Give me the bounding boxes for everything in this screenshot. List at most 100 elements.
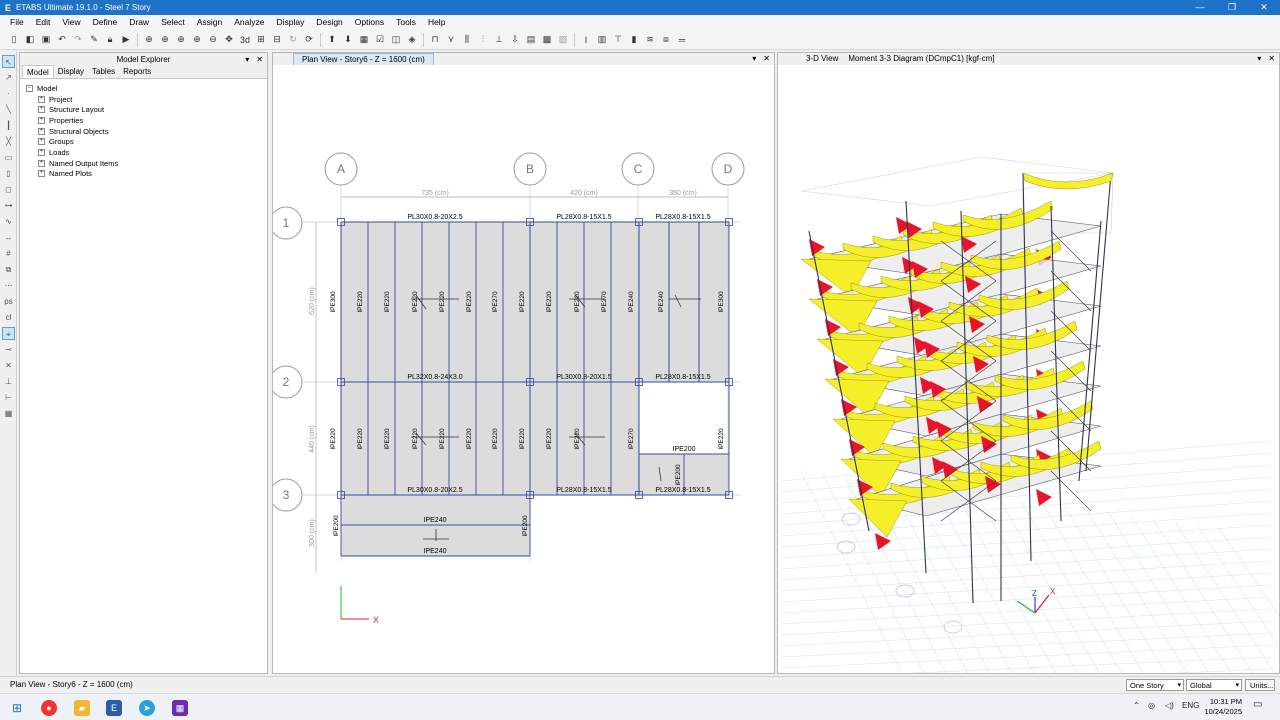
coordinate-system-select[interactable]: Global ▾ <box>1186 679 1242 691</box>
pane-dropdown-icon[interactable]: ▾ <box>245 55 249 64</box>
redo-icon[interactable]: ↷ <box>72 33 85 46</box>
steel-frame-icon[interactable]: ⊤ <box>612 33 625 46</box>
view-3d-icon[interactable]: 3d <box>239 33 252 46</box>
zoom-in-step-icon[interactable]: ⊕ <box>191 33 204 46</box>
show-forces-icon[interactable]: ⫼ <box>461 33 474 46</box>
draw-developed-elevation-icon[interactable]: ⧉ <box>2 263 15 276</box>
plan-view-drawing[interactable]: A B C D 1 2 3 735 (cm) 420 (cm) 350 (cm)… <box>269 65 774 673</box>
zoom-window-icon[interactable]: ⊕ <box>143 33 156 46</box>
windows-start-icon[interactable]: ⊞ <box>9 700 25 716</box>
tree-node-structural-objects[interactable]: + Structural Objects <box>26 126 267 137</box>
tree-node-groups[interactable]: + Groups <box>26 136 267 147</box>
tree-node-loads[interactable]: + Loads <box>26 147 267 158</box>
draw-beam-icon[interactable]: ╲ <box>2 103 15 116</box>
lock-icon[interactable]: 🔒︎ <box>104 33 117 46</box>
rebar-icon[interactable]: ▥ <box>596 33 609 46</box>
app-taskbar-icon[interactable]: ▦ <box>172 700 188 716</box>
move-up-icon[interactable]: ⬆ <box>326 33 339 46</box>
edit-pencil-icon[interactable]: ✎ <box>88 33 101 46</box>
tray-network-icon[interactable]: ◎ <box>1148 701 1155 710</box>
check-icon[interactable]: ☑ <box>374 33 387 46</box>
expand-icon[interactable]: + <box>38 148 45 156</box>
telegram-icon[interactable]: ➤ <box>139 700 155 716</box>
expand-icon[interactable]: + <box>38 116 45 124</box>
pointer-icon[interactable]: ↖ <box>2 55 15 68</box>
tree-node-model[interactable]: − Model <box>26 83 267 94</box>
rotate-view-icon[interactable]: ↻ <box>287 33 300 46</box>
draw-link-icon[interactable]: ⊶ <box>2 199 15 212</box>
slab-cantilever[interactable] <box>341 495 530 556</box>
brace-icon[interactable]: ≋ <box>644 33 657 46</box>
tray-volume-icon[interactable]: ◁) <box>1165 701 1174 710</box>
section-cut-icon[interactable]: I <box>580 33 593 46</box>
extrusion-icon[interactable]: ◈ <box>406 33 419 46</box>
show-reactions-icon[interactable]: ⊥ <box>493 33 506 46</box>
plan-view-window[interactable]: Plan View - Story6 - Z = 1600 (cm) ▾ ✕ A … <box>269 52 775 674</box>
menu-analyze[interactable]: Analyze <box>228 15 270 30</box>
draw-floor-icon[interactable]: ▭ <box>2 151 15 164</box>
open-icon[interactable]: ◧ <box>24 33 37 46</box>
collapse-icon[interactable]: − <box>26 84 33 92</box>
show-deformed-icon[interactable]: ⋎ <box>445 33 458 46</box>
file-explorer-icon[interactable]: ▰ <box>74 700 90 716</box>
expand-icon[interactable]: + <box>38 95 45 103</box>
draw-tendon-icon[interactable]: ∿ <box>2 215 15 228</box>
select-previous-icon[interactable]: ps <box>2 295 15 308</box>
plan-view-icon[interactable]: ⊞ <box>255 33 268 46</box>
chrome-icon[interactable]: ● <box>41 700 57 716</box>
tab-model[interactable]: Model <box>22 65 54 78</box>
slab-row1[interactable] <box>341 222 729 382</box>
menu-tools[interactable]: Tools <box>390 15 422 30</box>
design-icon[interactable]: ▩ <box>541 33 554 46</box>
object-shrink-icon[interactable]: ◫ <box>390 33 403 46</box>
save-icon[interactable]: ▣ <box>40 33 53 46</box>
reshape-icon[interactable]: ↗ <box>2 71 15 84</box>
minimize-button[interactable]: — <box>1184 0 1216 15</box>
menu-assign[interactable]: Assign <box>191 15 229 30</box>
column-icon[interactable]: ▮ <box>628 33 641 46</box>
zoom-in-icon[interactable]: ⊕ <box>175 33 188 46</box>
language-indicator[interactable]: ENG <box>1182 701 1199 710</box>
view-close-icon[interactable]: ✕ <box>1268 53 1275 65</box>
tray-chevron-up-icon[interactable]: ⌃ <box>1133 701 1140 710</box>
draw-dimension-icon[interactable]: ↔ <box>2 231 15 244</box>
3d-view-window[interactable]: 3-D View Moment 3-3 Diagram (DCmpC1) [kgf… <box>777 52 1280 691</box>
show-undeformed-icon[interactable]: ⊓ <box>429 33 442 46</box>
show-tables-icon[interactable]: ▤ <box>525 33 538 46</box>
menu-select[interactable]: Select <box>155 15 191 30</box>
view-dropdown-icon[interactable]: ▾ <box>752 53 756 65</box>
menu-help[interactable]: Help <box>422 15 451 30</box>
menu-edit[interactable]: Edit <box>30 15 57 30</box>
notifications-icon[interactable]: ▭ <box>1253 699 1262 710</box>
set-display-options-icon[interactable]: ▦ <box>358 33 371 46</box>
plan-view-tab[interactable]: Plan View - Story6 - Z = 1600 (cm) <box>293 53 434 65</box>
expand-icon[interactable]: + <box>38 106 45 114</box>
tab-tables[interactable]: Tables <box>88 65 119 78</box>
3d-view-tab[interactable]: 3-D View Moment 3-3 Diagram (DCmpC1) [kgf… <box>798 53 1003 65</box>
tree-node-structure-layout[interactable]: + Structure Layout <box>26 104 267 115</box>
menu-view[interactable]: View <box>56 15 86 30</box>
tree-node-named-plots[interactable]: + Named Plots <box>26 169 267 180</box>
design-check-icon[interactable]: ▧ <box>557 33 570 46</box>
maximize-button[interactable]: ❐ <box>1216 0 1248 15</box>
3d-frame-model[interactable] <box>800 156 1114 634</box>
draw-column-icon[interactable]: ┃ <box>2 119 15 132</box>
snap-lines-icon[interactable]: ⊢ <box>2 391 15 404</box>
units-button[interactable]: Units... <box>1245 679 1275 691</box>
menu-draw[interactable]: Draw <box>123 15 155 30</box>
draw-opening-icon[interactable]: ◻ <box>2 183 15 196</box>
snap-intersect-icon[interactable]: ✕ <box>2 359 15 372</box>
draw-grid-icon[interactable]: # <box>2 247 15 260</box>
clock[interactable]: 10:31 PM 10/24/2025 <box>1204 697 1242 717</box>
etabs-taskbar-icon[interactable]: E <box>106 700 122 716</box>
elevation-view-icon[interactable]: ⊟ <box>271 33 284 46</box>
pan-icon[interactable]: ✥ <box>223 33 236 46</box>
tab-display[interactable]: Display <box>54 65 88 78</box>
tab-reports[interactable]: Reports <box>119 65 155 78</box>
select-all-icon[interactable]: ⋯ <box>2 279 15 292</box>
snap-ends-icon[interactable]: ⊸ <box>2 343 15 356</box>
zoom-out-step-icon[interactable]: ⊖ <box>207 33 220 46</box>
draw-brace-icon[interactable]: ╳ <box>2 135 15 148</box>
snap-fine-grid-icon[interactable]: ▦ <box>2 407 15 420</box>
line-style-icon[interactable]: ═ <box>676 33 689 46</box>
